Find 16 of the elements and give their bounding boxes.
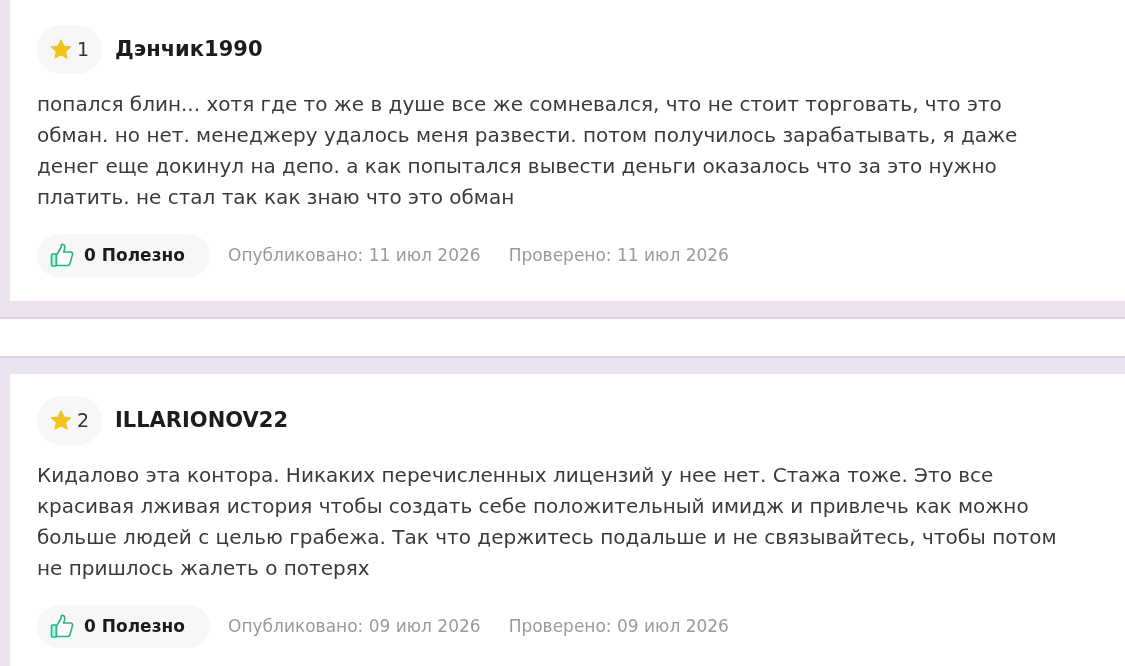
star-icon xyxy=(50,39,72,60)
author-name: Дэнчик1990 xyxy=(115,35,263,63)
rank-number: 1 xyxy=(77,37,90,63)
rank-number: 2 xyxy=(77,408,90,434)
verified-date: Проверено: 09 июл 2026 xyxy=(508,614,729,638)
thumbs-up-icon xyxy=(50,614,75,639)
helpful-button[interactable]: 0 Полезно xyxy=(37,234,210,277)
helpful-button[interactable]: 0 Полезно xyxy=(37,605,210,648)
star-icon xyxy=(50,410,72,431)
review-text: Кидалово эта контора. Никаких перечисленных лицензий у нее нет. Стажа тоже. Это все красивая лживая история чтобы создать себе положительный имидж и привлечь как можно больше людей с целью грабежа. Так что держитесь подальше и не связывайтесь, чтобы потом не пришлось жалеть о потерях xyxy=(37,462,1058,582)
author-name: ILLARIONOV22 xyxy=(115,406,288,434)
published-date: Опубликовано: 09 июл 2026 xyxy=(228,614,481,638)
review-text: попался блин... хотя где то же в душе все же сомневался, что не стоит торговать, что это обман. но нет. менеджеру удалось меня развести. потом получилось зарабатывать, я даже денег еще докинул на депо. а как попытался вывести деньги оказалось что за это нужно платить. не стал так как знаю что это обман xyxy=(37,91,1019,211)
verified-date: Проверено: 11 июл 2026 xyxy=(508,243,729,267)
published-date: Опубликовано: 11 июл 2026 xyxy=(228,243,481,267)
thumbs-up-icon xyxy=(50,243,75,268)
